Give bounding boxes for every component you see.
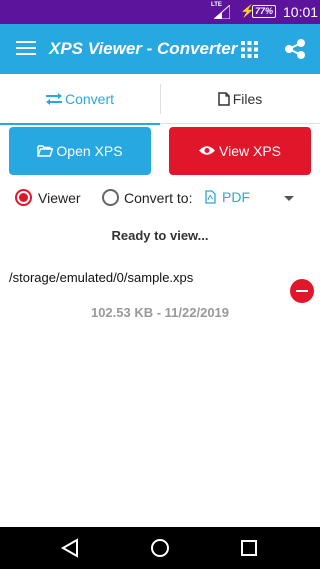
share-icon[interactable] [285, 39, 305, 59]
format-value: PDF [222, 189, 250, 205]
viewer-radio[interactable] [15, 189, 32, 206]
file-path: /storage/emulated/0/sample.xps [9, 270, 194, 285]
home-icon[interactable] [149, 537, 171, 559]
view-xps-button[interactable]: View XPS [169, 127, 311, 175]
eye-icon [199, 146, 215, 155]
folder-open-icon [37, 145, 54, 157]
grid-icon[interactable] [241, 41, 258, 58]
convert-radio[interactable] [102, 189, 119, 206]
format-select[interactable]: PDF [205, 189, 250, 205]
back-icon[interactable] [59, 537, 81, 559]
pdf-file-icon [205, 190, 216, 204]
tab-files[interactable]: Files [160, 74, 320, 124]
open-xps-button[interactable]: Open XPS [9, 127, 151, 175]
view-xps-label: View XPS [219, 143, 281, 159]
battery-indicator: 77% [252, 5, 276, 18]
swap-arrows-icon [45, 93, 62, 105]
mode-selector: Viewer Convert to: PDF [0, 186, 320, 210]
clock: 10:01 [283, 4, 319, 20]
tab-files-label: Files [232, 91, 263, 107]
app-bar: XPS Viewer - Converter [0, 24, 320, 74]
chevron-down-icon[interactable] [284, 196, 294, 201]
tab-convert-label: Convert [64, 91, 115, 107]
signal-icon [214, 5, 230, 19]
recent-apps-icon[interactable] [238, 537, 260, 559]
tab-indicator [0, 123, 160, 125]
tab-bar: Convert Files [0, 74, 320, 125]
viewer-label[interactable]: Viewer [38, 190, 81, 206]
system-nav-bar [0, 527, 320, 569]
status-message: Ready to view... [111, 228, 209, 243]
app-title: XPS Viewer - Converter [49, 39, 238, 58]
status-bar: LTE ⚡ 77% 10:01 [0, 0, 320, 24]
convert-label[interactable]: Convert to: [124, 190, 192, 206]
file-meta: 102.53 KB - 11/22/2019 [90, 305, 230, 320]
menu-icon[interactable] [16, 41, 36, 57]
file-icon [217, 92, 230, 106]
open-xps-label: Open XPS [56, 143, 123, 159]
remove-file-button[interactable] [290, 279, 314, 303]
tab-convert[interactable]: Convert [0, 74, 160, 125]
